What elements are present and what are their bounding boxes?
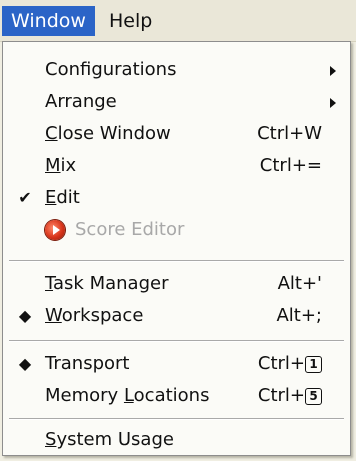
- menu-item-shortcut: Ctrl+ 1: [258, 348, 322, 380]
- menu-item-label: Close Window: [45, 123, 171, 144]
- menu-item-shortcut: Ctrl+=: [259, 155, 322, 176]
- checkmark-icon: ✔: [18, 188, 32, 207]
- menu-item-transport[interactable]: ◆ Transport Ctrl+ 1: [3, 348, 350, 380]
- menu-separator: [9, 340, 344, 342]
- keypad-key-icon: 5: [305, 388, 322, 405]
- keypad-key-icon: 1: [305, 356, 322, 373]
- diamond-bullet-icon: ◆: [18, 306, 32, 325]
- submenu-arrow-icon: [330, 66, 336, 76]
- menu-item-configurations[interactable]: Configurations: [3, 54, 350, 86]
- menu-item-system-usage[interactable]: System Usage: [3, 424, 350, 456]
- menu-item-label: Arrange: [45, 91, 117, 112]
- menu-item-label: Mix: [45, 155, 77, 176]
- submenu-arrow-icon: [330, 98, 336, 108]
- menu-item-label: System Usage: [45, 429, 174, 450]
- menu-item-arrange[interactable]: Arrange: [3, 86, 350, 118]
- menu-separator: [9, 418, 344, 420]
- menu-separator: [9, 260, 344, 262]
- menu-bar: Window Help: [0, 0, 356, 42]
- menu-help[interactable]: Help: [100, 6, 161, 36]
- menu-item-score-editor: Score Editor: [3, 214, 350, 246]
- menu-item-shortcut: Alt+': [277, 273, 322, 294]
- menu-window[interactable]: Window: [2, 6, 95, 36]
- window-menu-dropdown: Configurations Arrange Close Window Ctrl…: [2, 41, 351, 456]
- menu-item-task-manager[interactable]: Task Manager Alt+': [3, 268, 350, 300]
- menu-item-memory-locations[interactable]: Memory Locations Ctrl+ 5: [3, 380, 350, 412]
- menu-item-label: Transport: [45, 353, 130, 374]
- menu-item-workspace[interactable]: ◆ Workspace Alt+;: [3, 300, 350, 332]
- menu-item-mix[interactable]: Mix Ctrl+=: [3, 150, 350, 182]
- menu-item-label: Workspace: [45, 305, 144, 326]
- menu-item-label: Task Manager: [45, 273, 169, 294]
- menu-item-label: Score Editor: [75, 219, 185, 240]
- menu-item-edit[interactable]: ✔ Edit: [3, 182, 350, 214]
- diamond-bullet-icon: ◆: [18, 354, 32, 373]
- menu-item-label: Configurations: [45, 59, 177, 80]
- record-play-icon: [45, 220, 65, 240]
- menu-item-close-window[interactable]: Close Window Ctrl+W: [3, 118, 350, 150]
- menu-item-shortcut: Alt+;: [276, 305, 322, 326]
- menu-item-shortcut: Ctrl+W: [257, 123, 322, 144]
- menu-item-label: Edit: [45, 187, 80, 208]
- menu-item-shortcut: Ctrl+ 5: [258, 380, 322, 412]
- menu-item-label: Memory Locations: [45, 385, 210, 406]
